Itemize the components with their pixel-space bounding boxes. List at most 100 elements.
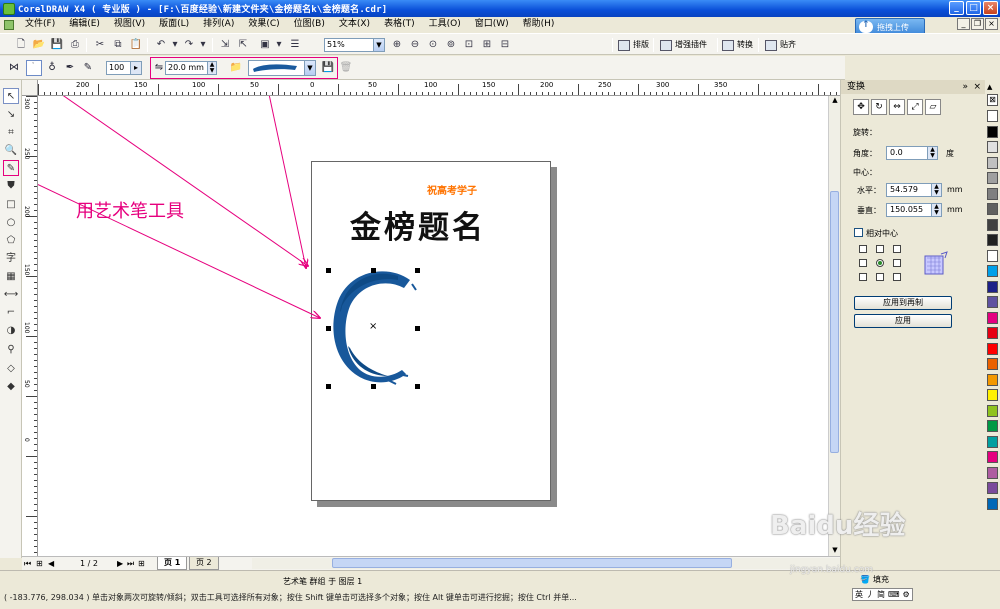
new-document-icon[interactable]: 🗋 [14, 38, 28, 52]
color-swatch[interactable] [987, 110, 998, 122]
layout-button[interactable]: 排版 [618, 38, 649, 52]
anchor-checkbox[interactable] [893, 273, 901, 281]
fill-tool-icon[interactable]: ◆ [3, 379, 19, 395]
menu-effects[interactable]: 效果(C) [241, 17, 286, 32]
anchor-checkbox[interactable] [859, 259, 867, 267]
anchor-checkbox[interactable] [893, 259, 901, 267]
last-page-icon[interactable]: ⏭ [127, 558, 134, 570]
close-button[interactable]: × [983, 1, 998, 15]
menu-arrange[interactable]: 排列(A) [196, 17, 241, 32]
slider-toggle-icon[interactable]: ▸ [130, 62, 141, 74]
next-page-icon[interactable]: ▶ [117, 558, 123, 570]
zoom-width-icon[interactable]: ⊞ [480, 38, 494, 52]
color-swatch[interactable] [987, 172, 998, 184]
crop-tool-icon[interactable]: ⌗ [3, 125, 19, 141]
application-launcher-icon[interactable]: ▣ [258, 38, 272, 52]
color-swatch[interactable] [987, 373, 998, 386]
spinner-icon[interactable]: ▲ ▼ [927, 147, 937, 159]
browse-folder-icon[interactable]: 📁 [228, 60, 244, 76]
minimize-button[interactable]: _ [949, 1, 964, 15]
coreldraw-app-icon[interactable] [3, 2, 15, 15]
vertical-ruler[interactable]: 300 250 200 150 100 50 0 [22, 96, 38, 556]
pick-tool-icon[interactable]: ↖ [3, 88, 19, 104]
color-swatch[interactable] [987, 435, 998, 448]
calligraphic-mode-icon[interactable]: ✒ [62, 60, 78, 76]
anchor-center-radio[interactable] [876, 259, 884, 267]
smart-fill-icon[interactable]: ⛊ [3, 178, 19, 194]
pressure-mode-icon[interactable]: ✎ [80, 60, 96, 76]
color-swatch[interactable] [987, 358, 998, 370]
import-icon[interactable]: ⇲ [218, 38, 232, 52]
outline-tool-icon[interactable]: ◇ [3, 361, 19, 377]
interactive-blend-icon[interactable]: ◑ [3, 323, 19, 339]
undo-dropdown-icon[interactable]: ▾ [168, 38, 182, 52]
color-swatch[interactable] [987, 203, 998, 215]
delete-stroke-icon[interactable]: 🗑 [338, 60, 354, 76]
horizontal-center-input[interactable]: 54.579 ▲ ▼ [886, 183, 942, 197]
color-swatch[interactable] [987, 265, 998, 277]
brush-mode-icon[interactable]: 𝆫 [26, 60, 42, 76]
horizontal-scroll-thumb[interactable] [332, 558, 732, 568]
convert-button[interactable]: 转换 [722, 38, 753, 52]
prev-page-icon[interactable]: ◀ [48, 558, 54, 570]
color-swatch[interactable] [987, 296, 998, 308]
color-swatch[interactable] [987, 342, 998, 355]
copy-icon[interactable]: ⧉ [111, 38, 125, 52]
color-swatch[interactable] [987, 420, 998, 432]
freehand-smoothing-input[interactable]: 100 ▸ [106, 61, 142, 75]
zoom-level-select[interactable]: 51% ▼ [324, 38, 385, 52]
color-swatch[interactable] [987, 311, 998, 324]
no-fill-swatch[interactable]: ⊠ [987, 94, 998, 106]
color-swatch[interactable] [987, 389, 998, 401]
menu-tools[interactable]: 工具(O) [422, 17, 468, 32]
spinner-icon[interactable]: ▲ ▼ [931, 184, 941, 196]
zoom-in-icon[interactable]: ⊕ [390, 38, 404, 52]
vertical-scroll-thumb[interactable] [830, 191, 839, 453]
page-tab-1[interactable]: 页 1 [157, 557, 188, 570]
zoom-tool-icon[interactable]: 🔍 [3, 143, 19, 159]
doc-close-button[interactable]: × [985, 18, 998, 30]
open-icon[interactable]: 📂 [32, 38, 46, 52]
palette-scroll-up-icon[interactable]: ▲ [987, 83, 992, 91]
stroke-width-input[interactable]: 20.0 mm ▲ ▼ [165, 61, 217, 75]
size-tab-icon[interactable]: ⤢ [907, 99, 923, 115]
document-icon[interactable] [4, 19, 14, 30]
spinner-icon[interactable]: ▲ ▼ [931, 204, 941, 216]
ime-mode-english[interactable]: 英 [855, 589, 863, 600]
apply-button[interactable]: 应用 [854, 314, 952, 328]
add-page-after-icon[interactable]: ⊞ [138, 558, 145, 570]
menu-text[interactable]: 文本(X) [332, 17, 377, 32]
menu-window[interactable]: 窗口(W) [468, 17, 516, 32]
text-tool-icon[interactable]: 字 [3, 251, 19, 267]
menu-bitmaps[interactable]: 位图(B) [287, 17, 332, 32]
zoom-out-icon[interactable]: ⊖ [408, 38, 422, 52]
color-swatch[interactable] [987, 404, 998, 417]
scroll-up-icon[interactable]: ▲ [830, 96, 840, 106]
docker-close-icon[interactable]: × [973, 80, 981, 94]
horizontal-ruler[interactable]: 200 150 100 50 0 50 100 150 200 250 300 … [38, 80, 840, 96]
apply-to-duplicate-button[interactable]: 应用到再制 [854, 296, 952, 310]
ellipse-tool-icon[interactable]: ○ [3, 215, 19, 231]
cut-icon[interactable]: ✂ [93, 38, 107, 52]
save-icon[interactable]: 💾 [50, 38, 64, 52]
angle-input[interactable]: 0.0 ▲ ▼ [886, 146, 938, 160]
brush-stroke-select[interactable]: ▼ [248, 60, 316, 76]
color-swatch[interactable] [987, 466, 998, 479]
launcher-dropdown-icon[interactable]: ▾ [272, 38, 286, 52]
spinner-icon[interactable]: ▲ ▼ [207, 62, 216, 74]
ime-simplified[interactable]: 简 [877, 589, 885, 600]
color-swatch[interactable] [987, 327, 998, 339]
menu-view[interactable]: 视图(V) [107, 17, 152, 32]
doc-restore-button[interactable]: ❐ [971, 18, 984, 30]
fill-indicator[interactable]: 🪣 填充 [860, 574, 889, 585]
vertical-center-input[interactable]: 150.055 ▲ ▼ [886, 203, 942, 217]
horizontal-scrollbar[interactable] [252, 558, 840, 569]
position-tab-icon[interactable]: ✥ [853, 99, 869, 115]
preset-mode-icon[interactable]: ⋈ [6, 60, 22, 76]
ime-toolbar[interactable]: 英 丿 简 ⌨ ⚙ [852, 588, 913, 601]
zoom-selected-icon[interactable]: ⊙ [426, 38, 440, 52]
docker-collapse-icon[interactable]: » [962, 80, 968, 94]
menu-edit[interactable]: 编辑(E) [62, 17, 107, 32]
zoom-page-icon[interactable]: ⊡ [462, 38, 476, 52]
redo-dropdown-icon[interactable]: ▾ [196, 38, 210, 52]
